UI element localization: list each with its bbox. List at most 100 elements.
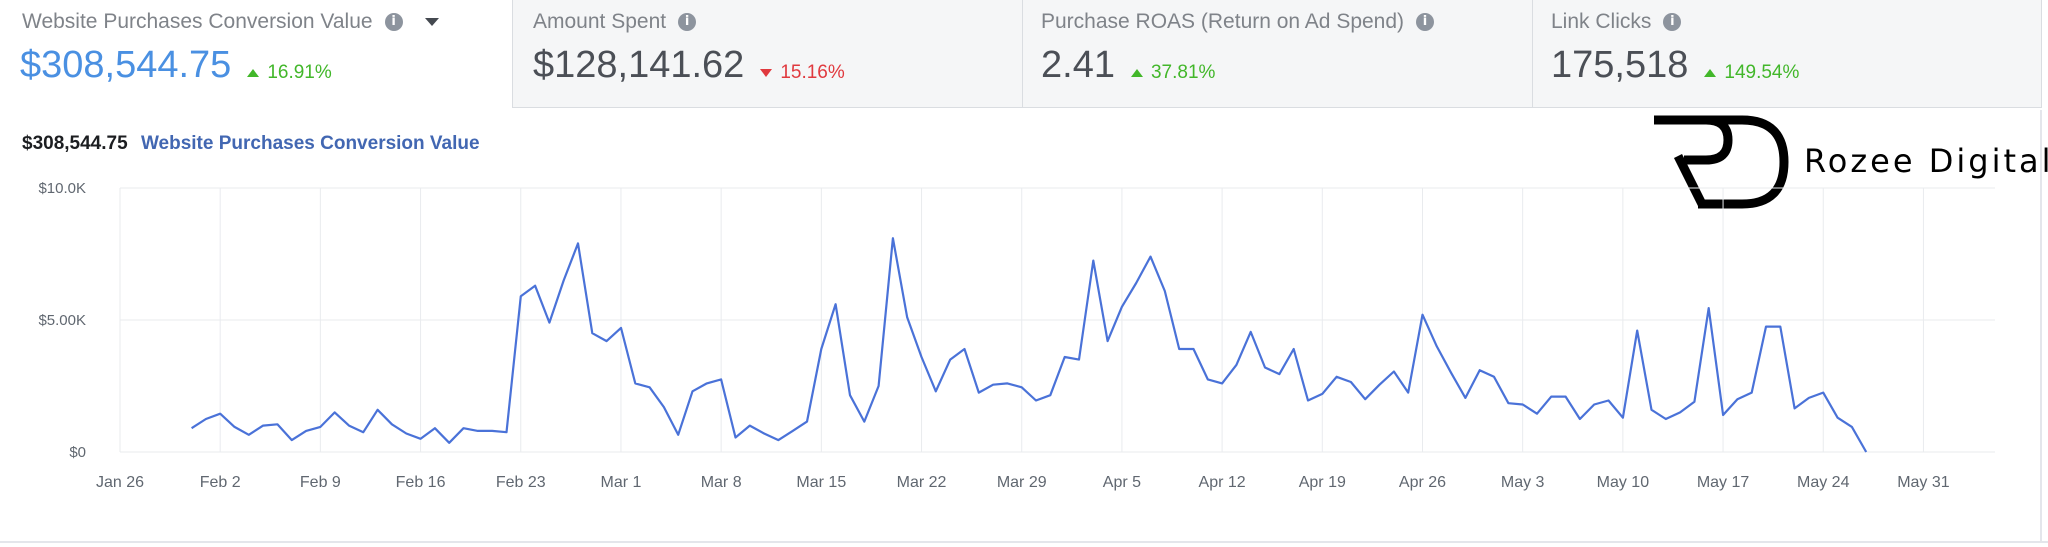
data-point[interactable] [803, 418, 811, 426]
data-point[interactable] [1633, 327, 1641, 335]
data-point[interactable] [1061, 353, 1069, 361]
data-point[interactable] [746, 422, 754, 430]
data-point[interactable] [660, 403, 668, 411]
data-point[interactable] [1662, 415, 1670, 423]
tab-link-clicks[interactable]: Link Clicks i 175,518 149.54% [1532, 0, 2042, 108]
data-point[interactable] [1404, 389, 1412, 397]
data-point[interactable] [417, 435, 425, 443]
data-point[interactable] [1333, 373, 1341, 381]
data-point[interactable] [1304, 397, 1312, 405]
data-point[interactable] [1533, 410, 1541, 418]
data-point[interactable] [1719, 411, 1727, 419]
data-point[interactable] [875, 382, 883, 390]
info-icon[interactable]: i [678, 13, 697, 31]
data-point[interactable] [1776, 323, 1784, 331]
data-point[interactable] [1347, 378, 1355, 386]
data-point[interactable] [1562, 393, 1570, 401]
data-point[interactable] [946, 356, 954, 364]
data-point[interactable] [1318, 390, 1326, 398]
data-point[interactable] [817, 345, 825, 353]
data-point[interactable] [1705, 304, 1713, 312]
data-point[interactable] [402, 430, 410, 438]
data-point[interactable] [1476, 366, 1484, 374]
data-point[interactable] [345, 422, 353, 430]
data-point[interactable] [1547, 393, 1555, 401]
data-point[interactable] [1676, 408, 1684, 416]
data-point[interactable] [889, 234, 897, 242]
data-point[interactable] [488, 427, 496, 435]
data-point[interactable] [1046, 391, 1054, 399]
data-point[interactable] [1834, 414, 1842, 422]
data-point[interactable] [1275, 370, 1283, 378]
caret-down-icon[interactable] [424, 18, 439, 26]
data-point[interactable] [789, 427, 797, 435]
data-point[interactable] [1089, 257, 1097, 265]
data-point[interactable] [1648, 406, 1656, 414]
data-point[interactable] [1690, 398, 1698, 406]
data-point[interactable] [1819, 389, 1827, 397]
data-point[interactable] [1748, 389, 1756, 397]
data-point[interactable] [1003, 379, 1011, 387]
data-point[interactable] [503, 428, 511, 436]
data-point[interactable] [961, 345, 969, 353]
data-point[interactable] [1519, 401, 1527, 409]
data-point[interactable] [1190, 345, 1198, 353]
data-point[interactable] [975, 389, 983, 397]
data-point[interactable] [918, 353, 926, 361]
tab-amount-spent[interactable]: Amount Spent i $128,141.62 15.16% [512, 0, 1022, 108]
data-point[interactable] [560, 276, 568, 284]
data-point[interactable] [832, 300, 840, 308]
data-point[interactable] [1447, 369, 1455, 377]
data-point[interactable] [588, 329, 596, 337]
data-point[interactable] [1118, 303, 1126, 311]
data-point[interactable] [1247, 328, 1255, 336]
data-point[interactable] [1576, 415, 1584, 423]
data-point[interactable] [860, 418, 868, 426]
data-point[interactable] [774, 436, 782, 444]
data-point[interactable] [1218, 379, 1226, 387]
data-point[interactable] [1361, 395, 1369, 403]
data-point[interactable] [1261, 364, 1269, 372]
data-point[interactable] [316, 423, 324, 431]
data-point[interactable] [517, 292, 525, 300]
data-point[interactable] [288, 436, 296, 444]
data-point[interactable] [760, 430, 768, 438]
data-point[interactable] [460, 424, 468, 432]
data-point[interactable] [1018, 383, 1026, 391]
data-point[interactable] [1461, 394, 1469, 402]
data-point[interactable] [631, 379, 639, 387]
data-point[interactable] [1619, 414, 1627, 422]
tab-purchase-roas[interactable]: Purchase ROAS (Return on Ad Spend) i 2.4… [1022, 0, 1532, 108]
data-point[interactable] [474, 427, 482, 435]
data-point[interactable] [689, 387, 697, 395]
data-point[interactable] [445, 439, 453, 447]
data-point[interactable] [302, 427, 310, 435]
data-point[interactable] [1147, 253, 1155, 261]
data-point[interactable] [1232, 361, 1240, 369]
data-point[interactable] [431, 424, 439, 432]
data-point[interactable] [259, 422, 267, 430]
data-point[interactable] [1762, 323, 1770, 331]
data-point[interactable] [603, 337, 611, 345]
data-point[interactable] [1390, 368, 1398, 376]
data-point[interactable] [574, 239, 582, 247]
data-point[interactable] [646, 383, 654, 391]
data-point[interactable] [717, 375, 725, 383]
data-point[interactable] [703, 379, 711, 387]
data-point[interactable] [1032, 397, 1040, 405]
data-point[interactable] [231, 423, 239, 431]
data-point[interactable] [1791, 404, 1799, 412]
data-point[interactable] [1862, 448, 1870, 456]
data-point[interactable] [1504, 399, 1512, 407]
data-point[interactable] [1848, 423, 1856, 431]
data-point[interactable] [1132, 279, 1140, 287]
info-icon[interactable]: i [1663, 13, 1682, 31]
data-point[interactable] [1805, 394, 1813, 402]
data-point[interactable] [331, 408, 339, 416]
data-point[interactable] [1290, 345, 1298, 353]
info-icon[interactable]: i [384, 13, 403, 31]
info-icon[interactable]: i [1416, 13, 1435, 31]
data-point[interactable] [531, 282, 539, 290]
data-point[interactable] [245, 431, 253, 439]
data-point[interactable] [1175, 345, 1183, 353]
